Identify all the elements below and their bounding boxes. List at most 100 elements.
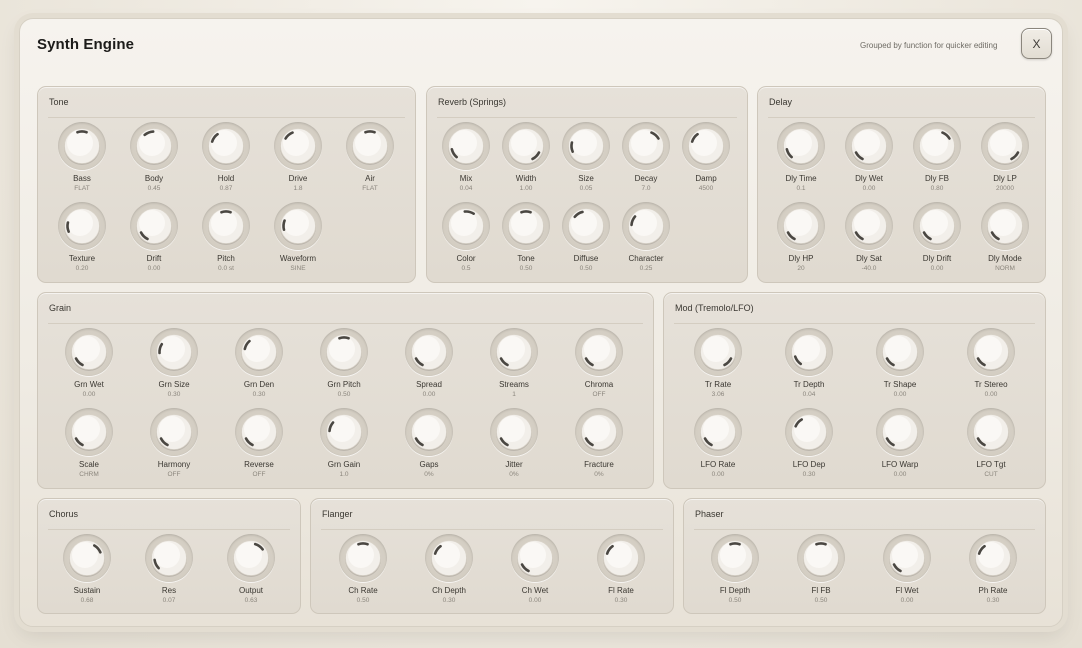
knob-dly-mode[interactable] xyxy=(981,202,1029,250)
knob-label: Drift xyxy=(146,254,162,263)
knob-pitch[interactable] xyxy=(202,202,250,250)
knob-value: 0.07 xyxy=(162,597,176,604)
knob-lfo-rate[interactable] xyxy=(694,408,742,456)
knob-control-grn-pitch: Grn Pitch 0.50 xyxy=(304,328,384,406)
section-divider xyxy=(48,323,643,324)
section-flanger: Flanger Ch Rate 0.50 Ch Depth 0.30 Ch Wet 0.0… xyxy=(310,498,674,614)
knob-control-sustain: Sustain 0.68 xyxy=(47,534,127,612)
knob-harmony[interactable] xyxy=(150,408,198,456)
knob-control-harmony: Harmony OFF xyxy=(134,408,214,486)
knob-texture[interactable] xyxy=(58,202,106,250)
knob-diffuse[interactable] xyxy=(562,202,610,250)
knob-value: 20000 xyxy=(995,185,1015,192)
knob-control-lfo-rate: LFO Rate 0.00 xyxy=(678,408,758,486)
window-subtitle: Grouped by function for quicker editing xyxy=(860,41,998,50)
knob-fracture[interactable] xyxy=(575,408,623,456)
knob-grn-wet[interactable] xyxy=(65,328,113,376)
knob-control-air: Air FLAT xyxy=(330,122,410,200)
knob-lfo-warp[interactable] xyxy=(876,408,924,456)
knob-width[interactable] xyxy=(502,122,550,170)
knob-ch-rate[interactable] xyxy=(339,534,387,582)
knob-dly-lp[interactable] xyxy=(981,122,1029,170)
knob-damp[interactable] xyxy=(682,122,730,170)
knob-control-lfo-dep: LFO Dep 0.30 xyxy=(769,408,849,486)
knob-dly-fb[interactable] xyxy=(913,122,961,170)
knob-spread[interactable] xyxy=(405,328,453,376)
knob-tr-depth[interactable] xyxy=(785,328,833,376)
knob-color[interactable] xyxy=(442,202,490,250)
knob-decay[interactable] xyxy=(622,122,670,170)
knob-value: 0.30 xyxy=(986,597,1000,604)
knob-body[interactable] xyxy=(130,122,178,170)
knob-value: OFF xyxy=(252,471,266,478)
knob-indicator xyxy=(282,219,286,231)
knob-gaps[interactable] xyxy=(405,408,453,456)
knob-ch-depth[interactable] xyxy=(425,534,473,582)
knob-tr-rate[interactable] xyxy=(694,328,742,376)
knob-value: 0.30 xyxy=(442,597,456,604)
knob-dly-wet[interactable] xyxy=(845,122,893,170)
knob-output[interactable] xyxy=(227,534,275,582)
knob-control-fl-rate: Fl Rate 0.30 xyxy=(581,534,661,612)
knob-lfo-tgt[interactable] xyxy=(967,408,1015,456)
knob-scale[interactable] xyxy=(65,408,113,456)
knob-drift[interactable] xyxy=(130,202,178,250)
knob-fl-depth[interactable] xyxy=(711,534,759,582)
knob-label: Tr Shape xyxy=(883,380,917,389)
knob-label: Gaps xyxy=(419,460,439,469)
knob-size[interactable] xyxy=(562,122,610,170)
knob-res[interactable] xyxy=(145,534,193,582)
knob-sustain[interactable] xyxy=(63,534,111,582)
knob-control-tr-rate: Tr Rate 3.06 xyxy=(678,328,758,406)
knob-control-fl-wet: Fl Wet 0.00 xyxy=(867,534,947,612)
knob-grn-gain[interactable] xyxy=(320,408,368,456)
knob-control-drive: Drive 1.8 xyxy=(258,122,338,200)
knob-mix[interactable] xyxy=(442,122,490,170)
knob-reverse[interactable] xyxy=(235,408,283,456)
knob-dly-time[interactable] xyxy=(777,122,825,170)
knob-fl-fb[interactable] xyxy=(797,534,845,582)
knob-grn-den[interactable] xyxy=(235,328,283,376)
knob-air[interactable] xyxy=(346,122,394,170)
synth-engine-window: Synth Engine Grouped by function for qui… xyxy=(19,18,1063,627)
knob-value: 1.8 xyxy=(293,185,303,192)
close-button[interactable]: X xyxy=(1021,28,1052,59)
knob-label: Pitch xyxy=(217,254,235,263)
knob-dly-hp[interactable] xyxy=(777,202,825,250)
knob-dly-sat[interactable] xyxy=(845,202,893,250)
knob-jitter[interactable] xyxy=(490,408,538,456)
section-title-reverb: Reverb (Springs) xyxy=(438,97,507,107)
knob-control-hold: Hold 0.87 xyxy=(186,122,266,200)
knob-control-jitter: Jitter 0% xyxy=(474,408,554,486)
section-divider xyxy=(437,117,737,118)
knob-label: Texture xyxy=(68,254,96,263)
knob-bass[interactable] xyxy=(58,122,106,170)
section-title-phaser: Phaser xyxy=(695,509,724,519)
knob-label: Ch Rate xyxy=(348,586,378,595)
knob-value: 0.00 xyxy=(422,391,436,398)
knob-control-fracture: Fracture 0% xyxy=(559,408,639,486)
knob-label: Jitter xyxy=(505,460,523,469)
knob-chroma[interactable] xyxy=(575,328,623,376)
knob-dly-drift[interactable] xyxy=(913,202,961,250)
knob-tr-stereo[interactable] xyxy=(967,328,1015,376)
knob-fl-wet[interactable] xyxy=(883,534,931,582)
knob-waveform[interactable] xyxy=(274,202,322,250)
knob-streams[interactable] xyxy=(490,328,538,376)
knob-ph-rate[interactable] xyxy=(969,534,1017,582)
knob-grn-size[interactable] xyxy=(150,328,198,376)
section-title-chorus: Chorus xyxy=(49,509,79,519)
knob-tr-shape[interactable] xyxy=(876,328,924,376)
section-divider xyxy=(48,117,405,118)
knob-fl-rate[interactable] xyxy=(597,534,645,582)
knob-drive[interactable] xyxy=(274,122,322,170)
knob-control-pitch: Pitch 0.0 st xyxy=(186,202,266,280)
section-title-tone: Tone xyxy=(49,97,69,107)
knob-hold[interactable] xyxy=(202,122,250,170)
knob-grn-pitch[interactable] xyxy=(320,328,368,376)
knob-lfo-dep[interactable] xyxy=(785,408,833,456)
knob-tone[interactable] xyxy=(502,202,550,250)
knob-character[interactable] xyxy=(622,202,670,250)
knob-ch-wet[interactable] xyxy=(511,534,559,582)
knob-control-ch-rate: Ch Rate 0.50 xyxy=(323,534,403,612)
